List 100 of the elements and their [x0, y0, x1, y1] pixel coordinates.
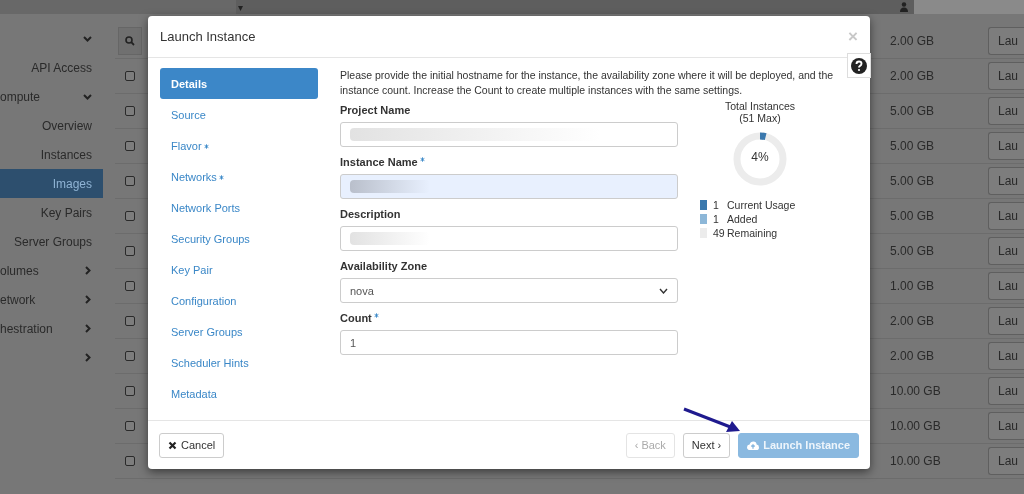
- required-icon: [373, 313, 379, 318]
- legend-label: Current Usage: [727, 199, 796, 211]
- input-field[interactable]: [340, 174, 678, 199]
- row-checkbox[interactable]: [125, 316, 135, 326]
- sidebar-item-label: hestration: [0, 321, 53, 336]
- size-cell-text: 10.00 GB: [890, 384, 942, 398]
- wizard-step-tab[interactable]: Flavor: [160, 130, 318, 161]
- launch-button[interactable]: Lau: [988, 447, 1024, 475]
- wizard-step-tab[interactable]: Networks: [160, 161, 318, 192]
- instructions-text: Please provide the initial hostname for the instance, the availability zone where it will be deployed, and the instance count. Increase the Count to create multiple instances with the same settings.: [340, 68, 835, 98]
- legend-count: 1: [713, 199, 720, 211]
- row-checkbox[interactable]: [125, 351, 135, 361]
- launch-button[interactable]: Lau: [988, 377, 1024, 405]
- wizard-step-tab[interactable]: Key Pair: [160, 254, 318, 285]
- row-checkbox[interactable]: [125, 421, 135, 431]
- usage-percent: 4%: [750, 150, 770, 164]
- sidebar-item[interactable]: Instances: [0, 140, 103, 169]
- dialog-title: Launch Instance: [160, 29, 256, 44]
- sidebar-item[interactable]: Images: [0, 169, 103, 198]
- launch-button[interactable]: Lau: [988, 342, 1024, 370]
- required-icon: [218, 174, 224, 180]
- wizard-step-tab[interactable]: Security Groups: [160, 223, 318, 254]
- wizard-step-tab[interactable]: Metadata: [160, 378, 318, 409]
- size-cell-text: 5.00 GB: [890, 139, 936, 153]
- sidebar-item-label: etwork: [0, 292, 36, 307]
- launch-button[interactable]: Lau: [988, 272, 1024, 300]
- size-cell-text: 5.00 GB: [890, 244, 936, 258]
- row-checkbox[interactable]: [125, 386, 135, 396]
- field-label: Availability Zone: [340, 260, 428, 274]
- close-icon: [168, 440, 177, 450]
- row-checkbox[interactable]: [125, 211, 135, 221]
- legend-count: 49: [713, 227, 726, 239]
- input-field[interactable]: 1: [340, 330, 678, 355]
- field-label: Count: [340, 312, 678, 326]
- input-field[interactable]: [340, 226, 678, 251]
- launch-button[interactable]: Lau: [988, 132, 1024, 160]
- dropdown-caret-icon: [659, 287, 668, 294]
- row-checkbox[interactable]: [125, 246, 135, 256]
- launch-button[interactable]: Lau: [988, 412, 1024, 440]
- size-cell-text: 2.00 GB: [890, 69, 936, 83]
- size-cell-text: 5.00 GB: [890, 174, 936, 188]
- quota-max: (51 Max): [739, 112, 781, 124]
- sidebar-item[interactable]: Key Pairs: [0, 198, 103, 227]
- quota-title: Total Instances: [724, 100, 795, 112]
- sidebar-item-label: olumes: [0, 263, 39, 278]
- row-checkbox[interactable]: [125, 176, 135, 186]
- sidebar-item-label: ompute: [0, 89, 41, 104]
- size-cell-text: 5.00 GB: [890, 104, 936, 118]
- launch-button[interactable]: Lau: [988, 167, 1024, 195]
- help-button[interactable]: [847, 53, 871, 78]
- row-checkbox[interactable]: [125, 456, 135, 466]
- legend-label: Remaining: [727, 227, 778, 239]
- sidebar-item[interactable]: hestration: [0, 314, 103, 343]
- arrow-annotation: [683, 407, 741, 433]
- wizard-step-tab[interactable]: Network Ports: [160, 192, 318, 223]
- cancel-button[interactable]: Cancel: [159, 432, 225, 458]
- sidebar-item[interactable]: Server Groups: [0, 227, 103, 256]
- field-value: 1: [350, 336, 357, 349]
- field-label: Instance Name: [340, 156, 678, 170]
- search-button[interactable]: [118, 27, 142, 55]
- required-icon: [203, 143, 209, 149]
- size-cell-text: 5.00 GB: [890, 209, 936, 223]
- row-checkbox[interactable]: [125, 71, 135, 81]
- sidebar-item[interactable]: etwork: [0, 285, 103, 314]
- field-value: nova: [350, 284, 374, 297]
- sidebar-item[interactable]: Overview: [0, 111, 103, 140]
- launch-button[interactable]: Lau: [988, 62, 1024, 90]
- wizard-step-tab[interactable]: Details: [160, 68, 318, 99]
- row-checkbox[interactable]: [125, 106, 135, 116]
- size-cell-text: 2.00 GB: [890, 314, 936, 328]
- legend-count: 1: [713, 213, 720, 225]
- wizard-step-tab[interactable]: Source: [160, 99, 318, 130]
- row-checkbox[interactable]: [125, 141, 135, 151]
- sidebar-item[interactable]: ompute: [0, 82, 103, 111]
- size-cell-text: 10.00 GB: [890, 419, 942, 433]
- launch-button[interactable]: Lau: [988, 237, 1024, 265]
- help-icon: [851, 57, 867, 74]
- wizard-step-tab[interactable]: Server Groups: [160, 316, 318, 347]
- cloud-upload-icon: [747, 440, 760, 450]
- sidebar-item[interactable]: API Access: [0, 53, 103, 82]
- size-cell-text: 10.00 GB: [890, 454, 942, 468]
- wizard-step-tab[interactable]: Scheduler Hints: [160, 347, 318, 378]
- search-icon: [125, 36, 135, 46]
- user-icon[interactable]: [900, 2, 908, 12]
- zone-select[interactable]: nova: [340, 278, 678, 303]
- wizard-nav-button[interactable]: Next ›: [682, 432, 731, 458]
- launch-button[interactable]: Lau: [988, 97, 1024, 125]
- row-checkbox[interactable]: [125, 281, 135, 291]
- size-cell-text: 2.00 GB: [890, 34, 936, 48]
- launch-button[interactable]: Lau: [988, 27, 1024, 55]
- wizard-step-tab[interactable]: Configuration: [160, 285, 318, 316]
- caret-icon[interactable]: ▾: [238, 1, 243, 13]
- launch-button[interactable]: Lau: [988, 307, 1024, 335]
- size-cell-text: 2.00 GB: [890, 349, 936, 363]
- sidebar-item[interactable]: olumes: [0, 256, 103, 285]
- legend-label: Added: [727, 213, 758, 225]
- input-field[interactable]: [340, 122, 678, 147]
- field-label: Project Name: [340, 104, 412, 118]
- required-icon: [419, 157, 425, 162]
- launch-button[interactable]: Lau: [988, 202, 1024, 230]
